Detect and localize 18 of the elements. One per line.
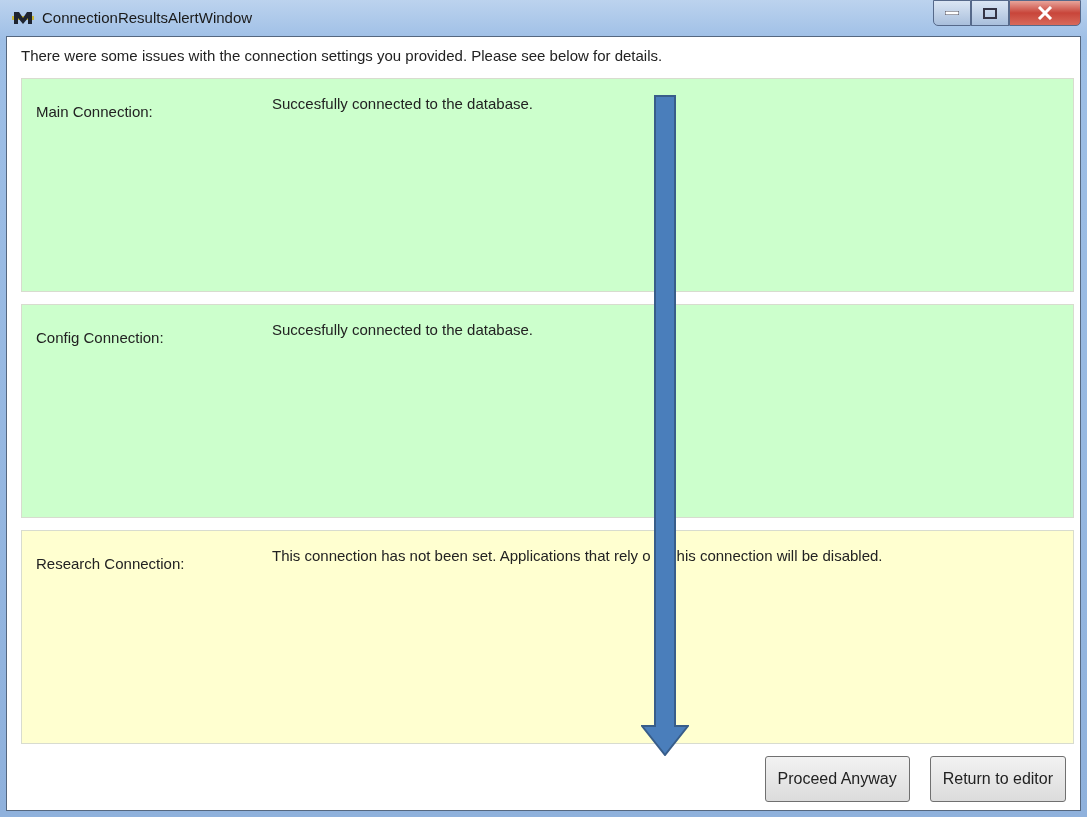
- dialog-button[interactable]: Proceed Anyway: [764, 756, 910, 802]
- app-logo-icon: [12, 10, 34, 26]
- connection-message: Succesfully connected to the database.: [272, 94, 533, 112]
- minimize-button[interactable]: [933, 0, 971, 26]
- close-button[interactable]: [1009, 0, 1081, 26]
- maximize-button[interactable]: [971, 0, 1009, 26]
- intro-text: There were some issues with the connection settings you provided. Please see below for details.: [21, 46, 664, 66]
- minimize-icon: [945, 11, 959, 15]
- connection-message: Succesfully connected to the database.: [272, 320, 533, 338]
- connection-message: This connection has not been set. Applications that rely o: [272, 546, 651, 564]
- connection-label: Config Connection:: [36, 327, 165, 348]
- connection-label: Research Connection:: [36, 553, 186, 574]
- maximize-icon: [983, 7, 997, 19]
- dialog-button[interactable]: Return to editor: [929, 756, 1066, 802]
- close-icon: [1037, 6, 1053, 20]
- connection-label: Main Connection:: [36, 101, 154, 122]
- connection-message: his connection will be disabled.: [676, 546, 883, 564]
- window-title: ConnectionResultsAlertWindow: [42, 7, 253, 28]
